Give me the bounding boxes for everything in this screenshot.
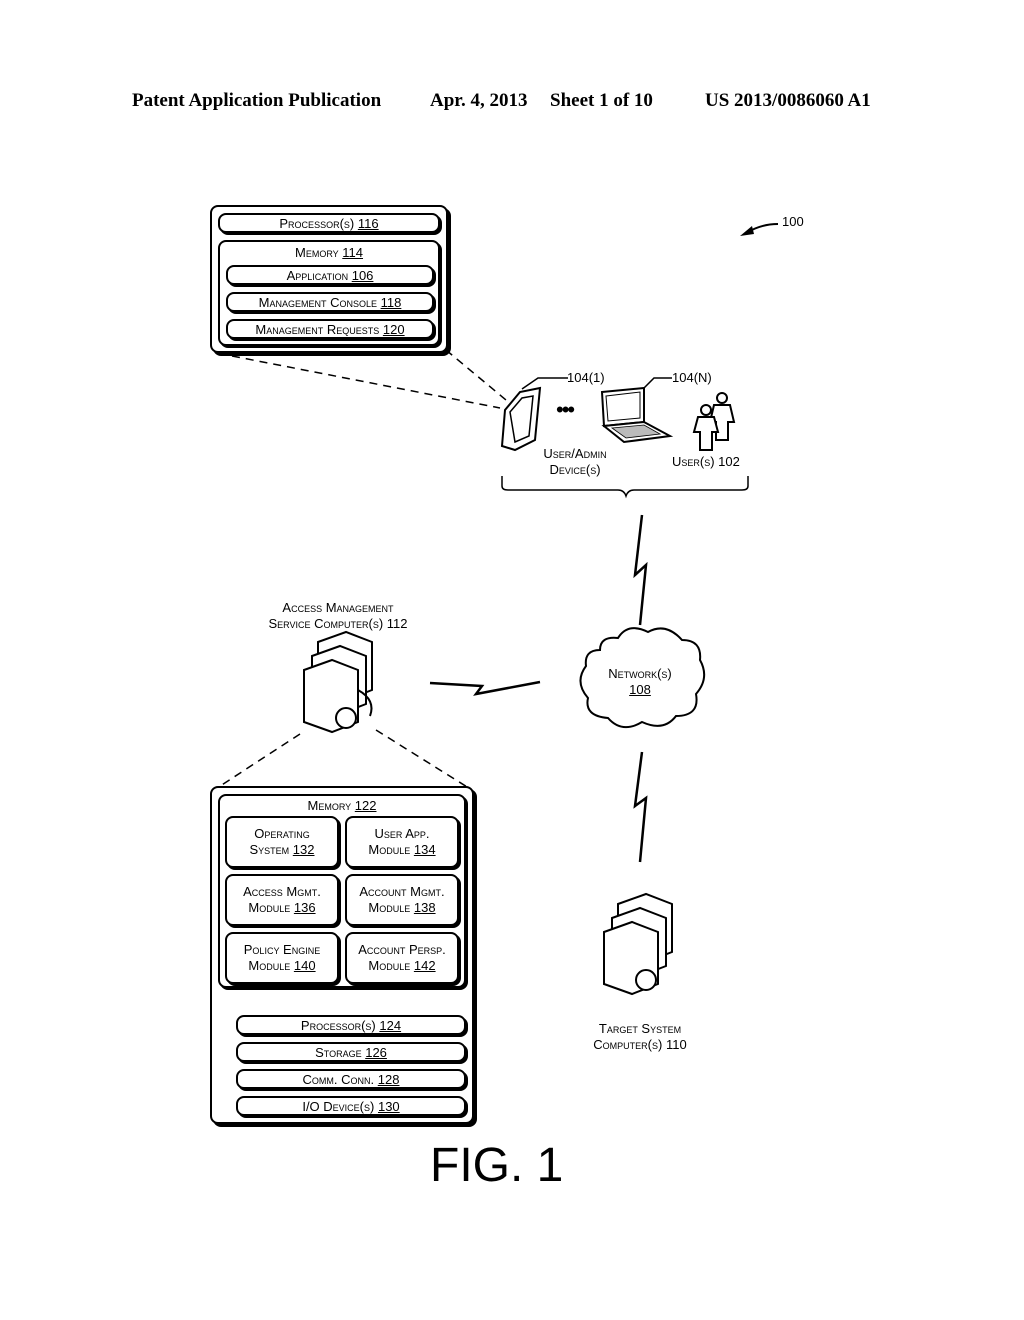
label: Memory: [307, 798, 352, 813]
ref: 132: [292, 842, 315, 857]
target-system-label: Target System Computer(s) 110: [580, 1021, 700, 1053]
ref: 114: [342, 245, 364, 260]
users-icon: [692, 392, 736, 451]
ref: 126: [365, 1045, 387, 1060]
dashed-line: [445, 349, 507, 401]
tablet-ref: 104(1): [567, 370, 605, 385]
ref: 120: [382, 322, 405, 337]
ref-100-arrowhead: [740, 226, 754, 236]
line2: Module: [368, 958, 411, 973]
ref: 116: [357, 216, 379, 231]
target-server-icon: [603, 892, 673, 996]
label: I/O Device(s): [302, 1099, 375, 1114]
access-management-label: Access Management Service Computer(s) 11…: [248, 600, 428, 632]
account-mgmt-module-138: Account Mgmt. Module 138: [345, 874, 459, 926]
management-console-118: Management Console 118: [226, 292, 434, 312]
laptop-icon: [600, 386, 674, 444]
ref: 122: [354, 798, 377, 813]
line2: System: [249, 842, 290, 857]
comm-conn-128: Comm. Conn. 128: [236, 1069, 466, 1089]
network-label: Network(s) 108: [595, 666, 685, 698]
ref: 140: [293, 958, 316, 973]
ref: 108: [629, 682, 651, 697]
storage-126: Storage 126: [236, 1042, 466, 1062]
laptop-ref: 104(N): [672, 370, 712, 385]
line2: Module: [248, 958, 291, 973]
line2: Service Computer(s) 112: [268, 616, 408, 631]
line1: Account Persp.: [358, 942, 446, 957]
io-devices-130: I/O Device(s) 130: [236, 1096, 466, 1116]
operating-system-132: Operating System 132: [225, 816, 339, 868]
ref: 136: [293, 900, 316, 915]
figure-label: FIG. 1: [430, 1139, 564, 1192]
ref: 142: [413, 958, 436, 973]
devices-brace: [501, 476, 749, 499]
label: Management Console: [258, 295, 377, 310]
management-requests-120: Management Requests 120: [226, 319, 434, 339]
label: Storage: [315, 1045, 362, 1060]
user-admin-devices-label: User/Admin Device(s): [535, 446, 615, 478]
line1: Operating: [254, 826, 310, 841]
wireless-link-icon: [633, 514, 648, 626]
label: Comm. Conn.: [302, 1072, 375, 1087]
ref: 118: [380, 295, 402, 310]
account-persp-module-142: Account Persp. Module 142: [345, 932, 459, 984]
dashed-line: [231, 355, 501, 409]
line1: Access Mgmt.: [243, 884, 321, 899]
line1: Target System: [598, 1021, 682, 1036]
policy-engine-module-140: Policy Engine Module 140: [225, 932, 339, 984]
ref: 138: [413, 900, 436, 915]
line2: Module: [248, 900, 291, 915]
ref-100: 100: [782, 214, 804, 229]
tablet-icon: [500, 386, 542, 452]
line2: Module: [368, 900, 411, 915]
line1: User/Admin: [543, 446, 607, 461]
wireless-link-icon: [633, 751, 648, 863]
diagram-connectors: [213, 223, 779, 1111]
processor-116: Processor(s) 116: [218, 213, 440, 233]
memory-114-label: Memory 114: [218, 245, 440, 261]
users-label: User(s) 102: [672, 454, 740, 469]
ref: 128: [377, 1072, 400, 1087]
ellipsis: •••: [556, 397, 575, 422]
application-106: Application 106: [226, 265, 434, 285]
memory-122-label: Memory 122: [218, 798, 466, 814]
ref: 130: [377, 1099, 400, 1114]
line2: Module: [368, 842, 411, 857]
line2: Computer(s) 110: [593, 1037, 687, 1052]
access-mgmt-module-136: Access Mgmt. Module 136: [225, 874, 339, 926]
label: Processor(s): [300, 1018, 376, 1033]
label: Application: [286, 268, 349, 283]
server-icon: [303, 630, 373, 734]
label: Management Requests: [255, 322, 380, 337]
label: Processor(s): [279, 216, 355, 231]
ref: 134: [413, 842, 436, 857]
line1: User App.: [374, 826, 430, 841]
label: Memory: [294, 245, 339, 260]
line1: Access Management: [282, 600, 394, 615]
ref: 124: [379, 1018, 402, 1033]
line1: Policy Engine: [243, 942, 321, 957]
line1: Account Mgmt.: [359, 884, 445, 899]
dashed-line: [213, 733, 301, 791]
dashed-line: [375, 729, 473, 791]
label: Network(s): [608, 666, 672, 681]
ref: 106: [351, 268, 374, 283]
user-app-module-134: User App. Module 134: [345, 816, 459, 868]
processor-124: Processor(s) 124: [236, 1015, 466, 1035]
line2: Device(s): [549, 462, 601, 477]
wireless-link-icon: [429, 680, 541, 696]
